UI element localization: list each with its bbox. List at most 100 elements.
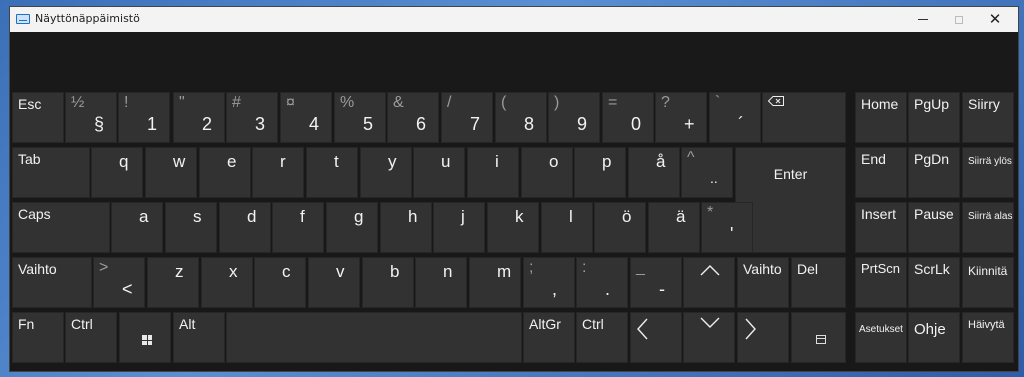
key-siirry[interactable]: Siirry xyxy=(962,92,1014,143)
key-y[interactable]: y xyxy=(360,147,412,198)
key-d[interactable]: d xyxy=(219,202,271,253)
key-a-umlaut[interactable]: ä xyxy=(648,202,700,253)
key-l[interactable]: l xyxy=(541,202,593,253)
key-end[interactable]: End xyxy=(855,147,907,198)
key-q[interactable]: q xyxy=(91,147,143,198)
key-r[interactable]: r xyxy=(252,147,304,198)
key-a[interactable]: a xyxy=(111,202,163,253)
key-scrlk[interactable]: ScrLk xyxy=(908,257,960,308)
key-pgdn[interactable]: PgDn xyxy=(908,147,960,198)
key-comma[interactable]: ;, xyxy=(523,257,575,308)
key-backspace[interactable] xyxy=(762,92,846,143)
key-p[interactable]: p xyxy=(574,147,626,198)
key-windows[interactable] xyxy=(119,312,171,363)
key-t[interactable]: t xyxy=(306,147,358,198)
key-altgr[interactable]: AltGr xyxy=(523,312,575,363)
key-h[interactable]: h xyxy=(380,202,432,253)
key-n[interactable]: n xyxy=(415,257,467,308)
key-i[interactable]: i xyxy=(467,147,519,198)
maximize-button[interactable] xyxy=(941,7,977,32)
key-arrow-up[interactable] xyxy=(683,257,735,308)
key-ctrl-left[interactable]: Ctrl xyxy=(65,312,117,363)
key-label: Fn xyxy=(18,316,35,332)
key-2[interactable]: " 2 xyxy=(173,92,225,143)
key-j[interactable]: j xyxy=(433,202,485,253)
key-e[interactable]: e xyxy=(199,147,251,198)
key-label: t xyxy=(334,152,339,171)
key-ohje[interactable]: Ohje xyxy=(908,312,960,363)
key-o-umlaut[interactable]: ö xyxy=(594,202,646,253)
key-kiinnita[interactable]: Kiinnitä xyxy=(962,257,1014,308)
key-label: Home xyxy=(861,96,899,112)
key-asetukset[interactable]: Asetukset xyxy=(855,312,907,363)
key-shift-label: ` xyxy=(715,94,721,111)
key-period[interactable]: :. xyxy=(576,257,628,308)
key-u[interactable]: u xyxy=(413,147,465,198)
key-arrow-left[interactable] xyxy=(630,312,682,363)
key-label: l xyxy=(569,207,573,226)
key-label: u xyxy=(441,152,451,171)
key-m[interactable]: m xyxy=(469,257,521,308)
key-menu[interactable] xyxy=(791,312,846,363)
key-g[interactable]: g xyxy=(326,202,378,253)
key-label: 8 xyxy=(524,114,535,134)
key-diaeresis[interactable]: ^.. xyxy=(681,147,733,198)
key-3[interactable]: #3 xyxy=(226,92,278,143)
key-pgup[interactable]: PgUp xyxy=(908,92,960,143)
key-b[interactable]: b xyxy=(362,257,414,308)
minimize-button[interactable] xyxy=(905,7,941,32)
key-label: f xyxy=(300,207,305,226)
key-label: a xyxy=(139,207,149,226)
arrow-up-icon xyxy=(700,265,720,276)
key-1[interactable]: ! 1 xyxy=(118,92,170,143)
key-space[interactable] xyxy=(226,312,522,363)
key-a-ring[interactable]: å xyxy=(628,147,680,198)
key-acute[interactable]: ` ´ xyxy=(709,92,761,143)
key-minus[interactable]: _ - xyxy=(630,257,682,308)
key-label: PgDn xyxy=(914,151,950,167)
key-tab[interactable]: Tab xyxy=(12,147,90,198)
key-alt[interactable]: Alt xyxy=(173,312,225,363)
key-insert[interactable]: Insert xyxy=(855,202,907,253)
key-prtscn[interactable]: PrtScn xyxy=(855,257,907,308)
key-label: 4 xyxy=(309,114,320,134)
key-z[interactable]: z xyxy=(147,257,199,308)
key-k[interactable]: k xyxy=(487,202,539,253)
key-siirra-ylos[interactable]: Siirrä ylös xyxy=(962,147,1014,198)
key-arrow-down[interactable] xyxy=(683,312,735,363)
key-caps[interactable]: Caps xyxy=(12,202,110,253)
key-section[interactable]: ½ § xyxy=(65,92,117,143)
key-haivyta[interactable]: Häivytä xyxy=(962,312,1014,363)
key-esc[interactable]: Esc xyxy=(12,92,64,143)
key-x[interactable]: x xyxy=(201,257,253,308)
key-5[interactable]: % 5 xyxy=(334,92,386,143)
key-8[interactable]: (8 xyxy=(495,92,547,143)
key-6[interactable]: & 6 xyxy=(387,92,439,143)
key-pause[interactable]: Pause xyxy=(908,202,960,253)
key-shift-right[interactable]: Vaihto xyxy=(737,257,789,308)
key-apostrophe[interactable]: * ' xyxy=(701,202,753,253)
key-fn[interactable]: Fn xyxy=(12,312,64,363)
key-delete[interactable]: Del xyxy=(791,257,846,308)
key-f[interactable]: f xyxy=(272,202,324,253)
key-siirra-alas[interactable]: Siirrä alas xyxy=(962,202,1014,253)
key-c[interactable]: c xyxy=(254,257,306,308)
key-w[interactable]: w xyxy=(145,147,197,198)
key-less-than[interactable]: > < xyxy=(93,257,145,308)
key-shift-left[interactable]: Vaihto xyxy=(12,257,92,308)
key-shift-label: ? xyxy=(661,94,670,111)
key-ctrl-right[interactable]: Ctrl xyxy=(576,312,628,363)
key-home[interactable]: Home xyxy=(855,92,907,143)
key-plus[interactable]: ? + xyxy=(655,92,707,143)
key-v[interactable]: v xyxy=(308,257,360,308)
key-s[interactable]: s xyxy=(165,202,217,253)
close-button[interactable]: ✕ xyxy=(977,7,1013,32)
key-label: r xyxy=(280,152,286,171)
key-7[interactable]: /7 xyxy=(441,92,493,143)
key-0[interactable]: = 0 xyxy=(602,92,654,143)
key-o[interactable]: o xyxy=(521,147,573,198)
key-4[interactable]: ¤ 4 xyxy=(280,92,332,143)
key-9[interactable]: ) 9 xyxy=(548,92,600,143)
key-arrow-right[interactable] xyxy=(737,312,789,363)
key-label: c xyxy=(282,262,291,281)
